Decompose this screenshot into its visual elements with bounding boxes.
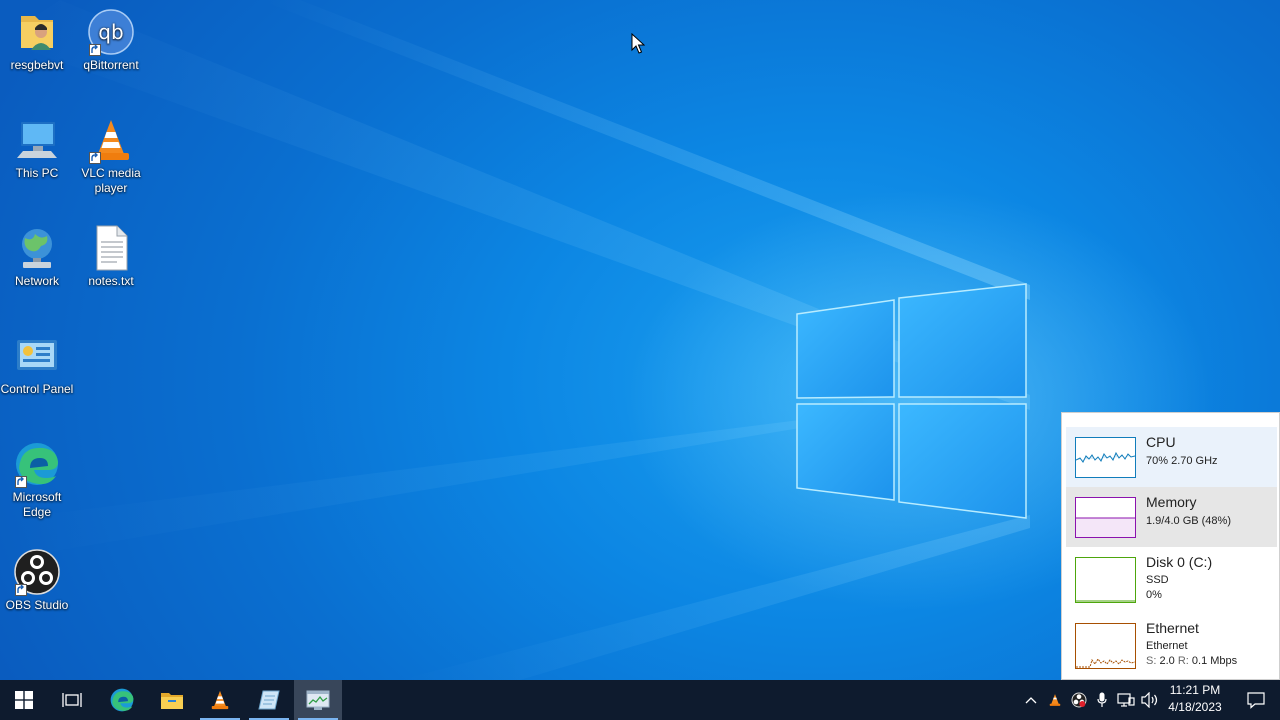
- windows-start-icon: [15, 691, 33, 709]
- perf-disk-usage: 0%: [1146, 589, 1162, 601]
- perf-disk-type: SSD: [1146, 574, 1169, 586]
- volume-icon: [1141, 692, 1158, 708]
- desktop-icon-microsoft-edge[interactable]: Microsoft Edge: [0, 440, 74, 520]
- perf-title-disk: Disk 0 (C:): [1146, 554, 1213, 570]
- desktop-icon-qbittorrent[interactable]: qb qBittorrent: [74, 8, 148, 73]
- computer-icon: [13, 116, 61, 164]
- perf-row-ethernet[interactable]: Ethernet Ethernet S: 2.0 R: 0.1 Mbps: [1066, 613, 1277, 677]
- file-explorer-icon: [161, 693, 183, 709]
- task-manager-icon: [306, 690, 330, 710]
- taskbar-file-explorer-button[interactable]: [148, 680, 196, 720]
- taskbar-vlc-button[interactable]: [196, 680, 244, 720]
- show-hidden-icons-button[interactable]: [1021, 690, 1041, 710]
- control-panel-icon: [13, 332, 61, 380]
- clock-date: 4/18/2023: [1168, 700, 1222, 714]
- tray-microphone[interactable]: [1092, 690, 1112, 710]
- perf-title-ethernet: Ethernet: [1146, 620, 1199, 636]
- desktop-icon-label: notes.txt: [88, 274, 134, 288]
- memory-graph: [1075, 497, 1136, 538]
- task-view-icon: [62, 693, 82, 707]
- vlc-icon: [87, 116, 135, 164]
- desktop-icon-label: Microsoft Edge: [12, 490, 62, 519]
- notepad-icon: [258, 690, 280, 710]
- perf-cpu-usage: 70% 2.70 GHz: [1146, 455, 1218, 467]
- desktop-icon-user-folder[interactable]: resgbebvt: [0, 8, 74, 73]
- ethernet-send-label: S:: [1146, 655, 1157, 667]
- mouse-cursor-icon: [631, 33, 645, 54]
- perf-row-disk[interactable]: Disk 0 (C:) SSD 0%: [1066, 547, 1277, 607]
- shortcut-arrow-icon: [89, 44, 101, 56]
- ethernet-send-value: 2.0: [1159, 655, 1175, 667]
- obs-tray-icon: [1071, 692, 1087, 708]
- taskbar-task-manager-button[interactable]: [294, 680, 342, 720]
- desktop-icon-label: Control Panel: [0, 382, 74, 396]
- qbittorrent-icon: qb: [87, 8, 135, 56]
- action-center-button[interactable]: [1232, 680, 1280, 720]
- shortcut-arrow-icon: [15, 476, 27, 488]
- perf-row-cpu[interactable]: CPU 70% 2.70 GHz: [1066, 427, 1277, 487]
- perf-title-cpu: CPU: [1146, 434, 1176, 450]
- network-icon: [13, 224, 61, 272]
- desktop-icon-this-pc[interactable]: This PC: [0, 116, 74, 181]
- network-wired-icon: [1117, 693, 1135, 707]
- shortcut-arrow-icon: [15, 584, 27, 596]
- desktop-icon-label: This PC: [15, 166, 59, 180]
- desktop-icon-network[interactable]: Network: [0, 224, 74, 289]
- taskbar: 11:21 PM 4/18/2023: [0, 680, 1280, 720]
- taskbar-notepad-button[interactable]: [245, 680, 293, 720]
- clock-time: 11:21 PM: [1169, 683, 1221, 697]
- desktop-icon-vlc[interactable]: VLC media player: [74, 116, 148, 196]
- perf-memory-usage: 1.9/4.0 GB (48%): [1146, 515, 1231, 527]
- tray-volume[interactable]: [1140, 690, 1160, 710]
- tray-network[interactable]: [1116, 690, 1136, 710]
- disk-graph: [1075, 557, 1136, 603]
- desktop-icon-control-panel[interactable]: Control Panel: [0, 332, 74, 397]
- desktop-icon-obs-studio[interactable]: OBS Studio: [0, 548, 74, 613]
- start-button[interactable]: [0, 680, 48, 720]
- svg-text:qb: qb: [98, 20, 123, 44]
- taskbar-edge-button[interactable]: [98, 680, 146, 720]
- ethernet-graph: [1075, 623, 1136, 669]
- shortcut-arrow-icon: [89, 152, 101, 164]
- desktop-icon-label: Network: [14, 274, 59, 288]
- tray-vlc[interactable]: [1045, 690, 1065, 710]
- microphone-icon: [1097, 692, 1107, 707]
- desktop-icon-label: resgbebvt: [10, 58, 64, 72]
- user-folder-icon: [13, 8, 61, 56]
- notification-icon: [1247, 692, 1265, 709]
- perf-ethernet-throughput: S: 2.0 R: 0.1 Mbps: [1146, 655, 1237, 667]
- edge-icon: [13, 440, 61, 488]
- ethernet-receive-value: 0.1 Mbps: [1191, 655, 1238, 667]
- obs-icon: [13, 548, 61, 596]
- performance-summary-panel: CPU 70% 2.70 GHz Memory 1.9/4.0 GB (48%)…: [1061, 412, 1280, 680]
- chevron-up-icon: [1025, 697, 1037, 704]
- edge-icon: [110, 688, 134, 712]
- ethernet-receive-label: R:: [1177, 655, 1189, 667]
- desktop-icon-notes[interactable]: notes.txt: [74, 224, 148, 289]
- perf-title-memory: Memory: [1146, 494, 1197, 510]
- text-file-icon: [87, 224, 135, 272]
- task-view-button[interactable]: [48, 680, 96, 720]
- desktop-icon-label: OBS Studio: [5, 598, 69, 612]
- desktop-icon-label: VLC media player: [81, 166, 141, 195]
- vlc-icon: [211, 690, 229, 710]
- taskbar-clock[interactable]: 11:21 PM 4/18/2023: [1162, 682, 1228, 718]
- cpu-graph: [1075, 437, 1136, 478]
- perf-ethernet-adapter: Ethernet: [1146, 640, 1188, 652]
- tray-obs[interactable]: [1069, 690, 1089, 710]
- perf-row-memory[interactable]: Memory 1.9/4.0 GB (48%): [1066, 487, 1277, 547]
- vlc-tray-icon: [1049, 694, 1061, 706]
- desktop-icon-label: qBittorrent: [83, 58, 139, 72]
